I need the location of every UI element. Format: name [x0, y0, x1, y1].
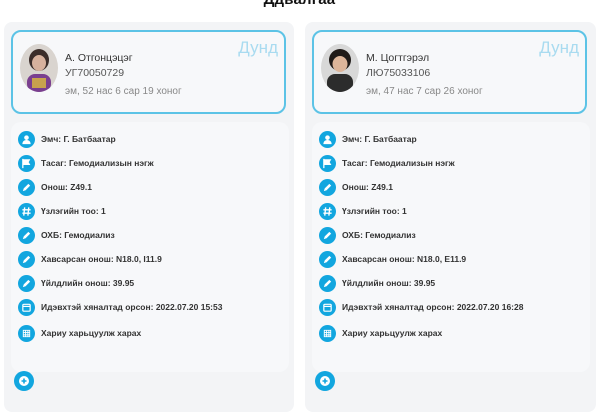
info-row-label: Эмч: Г. Батбаатар — [342, 134, 417, 144]
user-icon — [319, 130, 336, 148]
pencil-icon — [18, 226, 35, 244]
info-row-comorbid-diagnosis: Хавсарсан онош: N18.0, E11.9 — [319, 250, 466, 268]
patient-info-card: Эмч: Г. Батбаатар Тасаг: Гемодиализын нэ… — [312, 122, 590, 372]
plus-icon — [320, 376, 330, 386]
info-row-department: Тасаг: Гемодиализын нэгж — [319, 154, 455, 172]
info-row-department: Тасаг: Гемодиализын нэгж — [18, 154, 154, 172]
pencil-icon — [18, 274, 35, 292]
grid-icon — [18, 324, 35, 342]
info-row-label: Үзлэгийн тоо: 1 — [41, 206, 106, 216]
pencil-icon — [319, 274, 336, 292]
flag-icon — [319, 154, 336, 172]
patient-column-1: А. Отгонцэцэг УГ70050729 эм, 52 нас 6 са… — [4, 22, 294, 412]
info-row-label: Тасаг: Гемодиализын нэгж — [41, 158, 154, 168]
calendar-icon — [319, 298, 336, 316]
patient-age: эм, 47 нас 7 сар 26 хоног — [366, 86, 483, 97]
patient-age: эм, 52 нас 6 сар 19 хоног — [65, 86, 182, 97]
info-row-label: Эмч: Г. Батбаатар — [41, 134, 116, 144]
hash-icon — [319, 202, 336, 220]
risk-level: Дунд — [539, 38, 579, 57]
patient-id: УГ70050729 — [65, 67, 125, 79]
pencil-icon — [18, 250, 35, 268]
pencil-icon — [319, 250, 336, 268]
compare-results-link[interactable]: Хариу харьцуулж харах — [18, 324, 141, 342]
add-button[interactable] — [14, 371, 34, 391]
info-row-visit-count: Үзлэгийн тоо: 1 — [18, 202, 106, 220]
info-row-comorbid-diagnosis: Хавсарсан онош: N18.0, I11.9 — [18, 250, 162, 268]
info-row-label: ОХБ: Гемодиализ — [41, 230, 115, 240]
hash-icon — [18, 202, 35, 220]
page-header-title: Ддвалгаа — [0, 0, 599, 11]
add-button[interactable] — [315, 371, 335, 391]
info-row-active-monitoring: Идэвхтэй хяналтад орсон: 2022.07.20 15:5… — [18, 298, 222, 316]
flag-icon — [18, 154, 35, 172]
info-row-label: Хариу харьцуулж харах — [41, 328, 142, 338]
risk-level: Дунд — [238, 38, 278, 57]
pencil-icon — [319, 178, 336, 196]
patient-card[interactable]: М. Цогтгэрэл ЛЮ75033106 эм, 47 нас 7 сар… — [312, 30, 587, 114]
info-row-label: Хавсарсан онош: N18.0, I11.9 — [41, 254, 162, 264]
info-row-ohb: ОХБ: Гемодиализ — [319, 226, 416, 244]
pencil-icon — [319, 226, 336, 244]
avatar — [20, 44, 58, 92]
compare-results-link[interactable]: Хариу харьцуулж харах — [319, 324, 442, 342]
patient-id: ЛЮ75033106 — [366, 67, 431, 79]
grid-icon — [319, 324, 336, 342]
info-row-label: ОХБ: Гемодиализ — [342, 230, 416, 240]
info-row-label: Үйлдлийн онош: 39.95 — [342, 278, 436, 288]
info-row-procedure-diagnosis: Үйлдлийн онош: 39.95 — [319, 274, 435, 292]
info-row-label: Идэвхтэй хяналтад орсон: 2022.07.20 16:2… — [342, 302, 524, 312]
info-row-diagnosis: Онош: Z49.1 — [319, 178, 393, 196]
info-row-procedure-diagnosis: Үйлдлийн онош: 39.95 — [18, 274, 134, 292]
info-row-label: Үйлдлийн онош: 39.95 — [41, 278, 135, 288]
patient-card[interactable]: А. Отгонцэцэг УГ70050729 эм, 52 нас 6 са… — [11, 30, 286, 114]
plus-icon — [19, 376, 29, 386]
info-row-label: Хавсарсан онош: N18.0, E11.9 — [342, 254, 467, 264]
info-row-label: Идэвхтэй хяналтад орсон: 2022.07.20 15:5… — [41, 302, 223, 312]
avatar — [321, 44, 359, 92]
info-row-label: Онош: Z49.1 — [41, 182, 92, 192]
info-row-active-monitoring: Идэвхтэй хяналтад орсон: 2022.07.20 16:2… — [319, 298, 523, 316]
user-icon — [18, 130, 35, 148]
info-row-doctor: Эмч: Г. Батбаатар — [319, 130, 417, 148]
patient-info-card: Эмч: Г. Батбаатар Тасаг: Гемодиализын нэ… — [11, 122, 289, 372]
info-row-ohb: ОХБ: Гемодиализ — [18, 226, 115, 244]
info-row-label: Үзлэгийн тоо: 1 — [342, 206, 407, 216]
patient-column-2: М. Цогтгэрэл ЛЮ75033106 эм, 47 нас 7 сар… — [305, 22, 596, 412]
info-row-label: Тасаг: Гемодиализын нэгж — [342, 158, 455, 168]
calendar-icon — [18, 298, 35, 316]
patient-name: А. Отгонцэцэг — [65, 52, 133, 64]
info-row-visit-count: Үзлэгийн тоо: 1 — [319, 202, 407, 220]
info-row-label: Онош: Z49.1 — [342, 182, 393, 192]
patient-name: М. Цогтгэрэл — [366, 52, 430, 64]
pencil-icon — [18, 178, 35, 196]
info-row-label: Хариу харьцуулж харах — [342, 328, 443, 338]
info-row-diagnosis: Онош: Z49.1 — [18, 178, 92, 196]
info-row-doctor: Эмч: Г. Батбаатар — [18, 130, 116, 148]
